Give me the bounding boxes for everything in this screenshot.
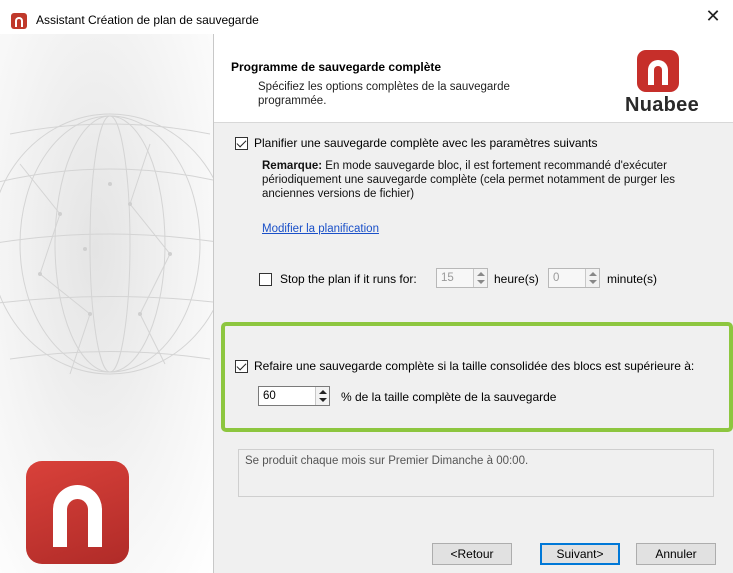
page-description: Spécifiez les options complètes de la sa… bbox=[258, 81, 510, 107]
app-logo-icon bbox=[11, 13, 27, 29]
cancel-button[interactable]: Annuler bbox=[636, 543, 716, 565]
title-bar: Assistant Création de plan de sauvegarde… bbox=[0, 0, 733, 34]
hours-value: 15 bbox=[441, 272, 454, 284]
page-title: Programme de sauvegarde complète bbox=[231, 60, 442, 74]
schedule-summary-box: Se produit chaque mois sur Premier Diman… bbox=[238, 449, 714, 497]
remark-text: En mode sauvegarde bloc, il est fortemen… bbox=[262, 160, 675, 200]
minutes-unit-label: minute(s) bbox=[607, 272, 658, 286]
schedule-full-backup-checkbox[interactable] bbox=[235, 137, 248, 150]
next-button[interactable]: Suivant> bbox=[540, 543, 620, 565]
wizard-window: Assistant Création de plan de sauvegarde… bbox=[0, 0, 733, 573]
minutes-value: 0 bbox=[553, 272, 560, 284]
minutes-stepper[interactable]: 0 bbox=[548, 268, 600, 288]
remark-label: Remarque: bbox=[262, 160, 323, 172]
schedule-full-backup-label: Planifier une sauvegarde complète avec l… bbox=[254, 136, 598, 150]
stop-plan-checkbox[interactable] bbox=[259, 273, 272, 286]
brand-name: Nuabee bbox=[624, 94, 700, 116]
minutes-spin-arrows-icon[interactable] bbox=[585, 269, 599, 287]
highlight-frame bbox=[221, 322, 733, 432]
hours-unit-label: heure(s) bbox=[494, 272, 539, 286]
hours-spin-arrows-icon[interactable] bbox=[473, 269, 487, 287]
back-button[interactable]: <Retour bbox=[432, 543, 512, 565]
remark-note: Remarque: En mode sauvegarde bloc, il es… bbox=[262, 159, 722, 201]
globe-watermark-icon bbox=[0, 113, 213, 375]
wizard-header: Programme de sauvegarde complète Spécifi… bbox=[214, 34, 733, 122]
nuabee-logo-icon bbox=[26, 461, 129, 564]
left-decorative-panel bbox=[0, 34, 213, 573]
stop-plan-label: Stop the plan if it runs for: bbox=[280, 272, 417, 286]
window-title: Assistant Création de plan de sauvegarde bbox=[36, 13, 259, 27]
brand-icon bbox=[637, 50, 679, 92]
schedule-summary-text: Se produit chaque mois sur Premier Diman… bbox=[245, 455, 529, 467]
hours-stepper[interactable]: 15 bbox=[436, 268, 488, 288]
close-button[interactable]: ✕ bbox=[693, 0, 733, 34]
brand-logo: Nuabee bbox=[619, 50, 699, 116]
modify-schedule-link[interactable]: Modifier la planification bbox=[262, 223, 379, 235]
